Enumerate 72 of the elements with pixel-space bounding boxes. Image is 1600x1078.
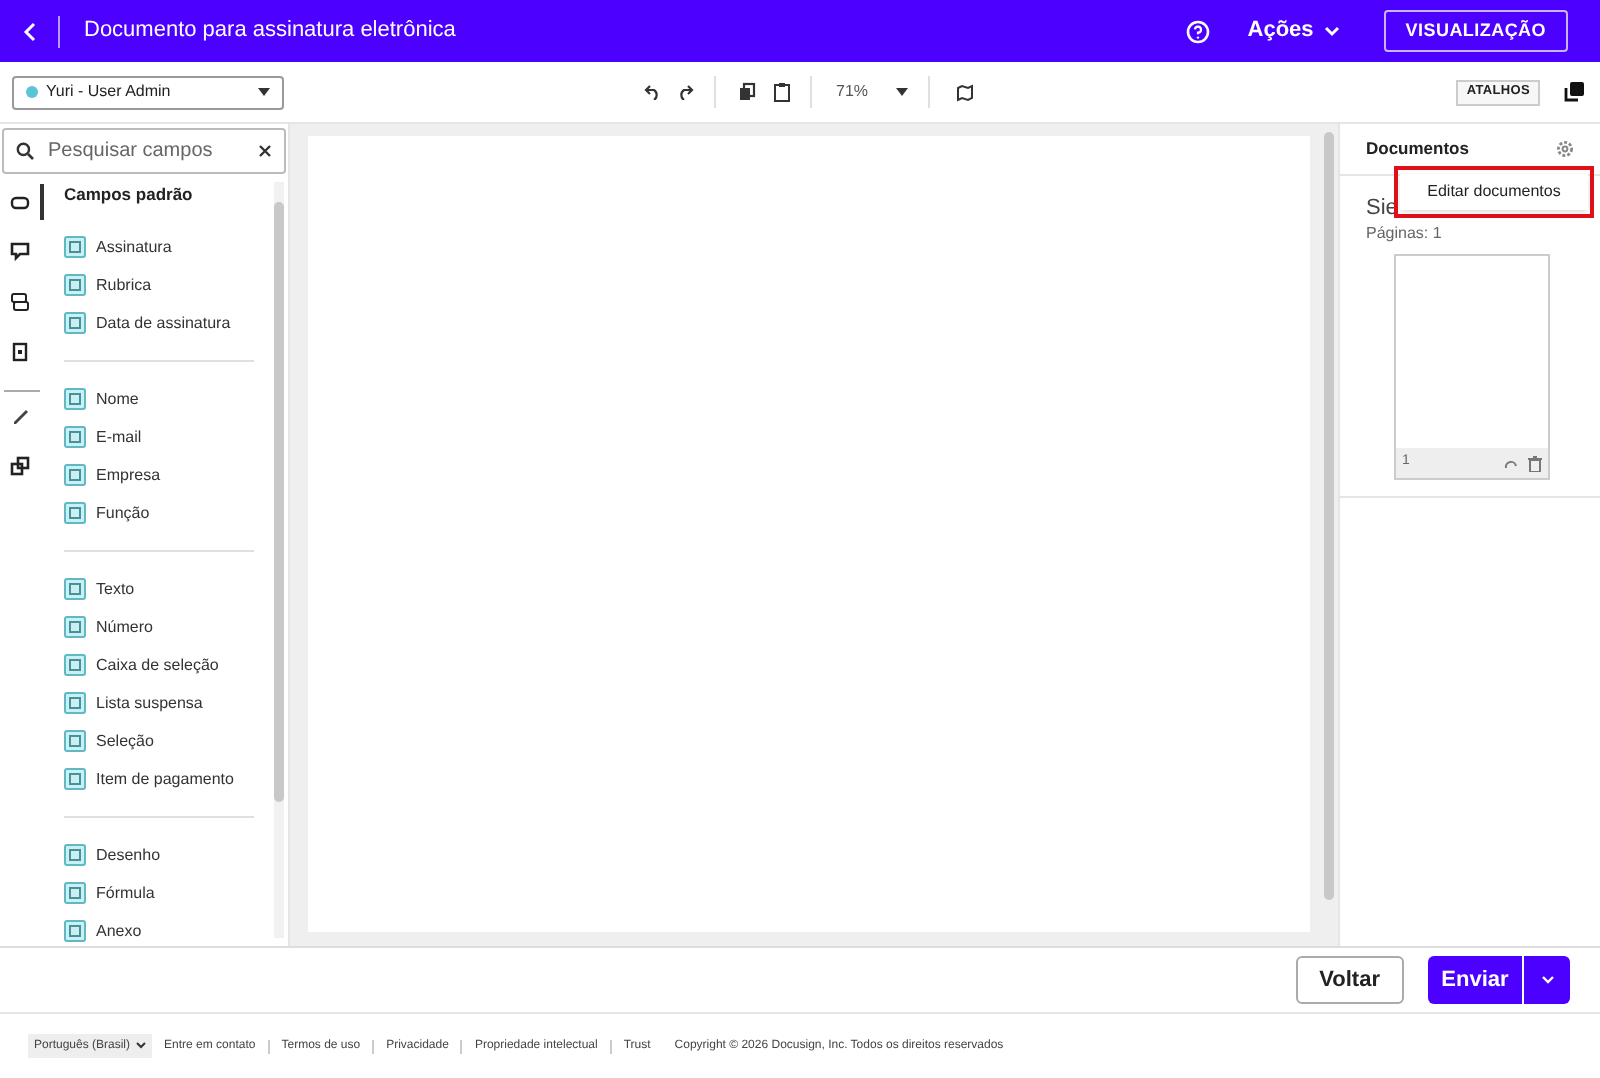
field-item[interactable]: Caixa de seleção bbox=[64, 646, 258, 684]
field-type-icon bbox=[64, 730, 86, 752]
field-type-icon bbox=[64, 768, 86, 790]
section-heading: Campos padrão bbox=[64, 182, 195, 208]
copy-icon[interactable] bbox=[738, 82, 756, 102]
field-item[interactable]: Lista suspensa bbox=[64, 684, 258, 722]
field-type-icon bbox=[64, 426, 86, 448]
field-type-icon bbox=[64, 388, 86, 410]
field-icon bbox=[10, 192, 30, 212]
actions-menu-button[interactable]: Ações bbox=[1247, 14, 1340, 48]
chevron-down-icon bbox=[136, 1042, 147, 1050]
field-item[interactable]: Assinatura bbox=[64, 228, 258, 266]
caret-icon bbox=[258, 88, 270, 96]
squares-icon bbox=[10, 456, 30, 476]
stack-icon bbox=[10, 292, 30, 312]
map-icon[interactable] bbox=[956, 83, 975, 101]
field-type-icon bbox=[64, 882, 86, 904]
zoom-dropdown[interactable]: 71% bbox=[836, 80, 909, 104]
field-type-icon bbox=[64, 920, 86, 942]
rotate-icon[interactable] bbox=[1504, 458, 1518, 468]
field-type-icon bbox=[64, 692, 86, 714]
caret-icon bbox=[896, 88, 909, 96]
undo-icon[interactable] bbox=[644, 84, 662, 100]
field-item[interactable]: Data de assinatura bbox=[64, 304, 258, 342]
field-item[interactable]: Empresa bbox=[64, 456, 258, 494]
field-item[interactable]: Desenho bbox=[64, 836, 258, 874]
trash-icon[interactable] bbox=[1528, 455, 1542, 471]
field-item[interactable]: Texto bbox=[64, 570, 258, 608]
back-button[interactable]: Voltar bbox=[1295, 956, 1404, 1004]
field-type-icon bbox=[64, 464, 86, 486]
redo-icon[interactable] bbox=[676, 84, 694, 100]
field-item[interactable]: Função bbox=[64, 494, 258, 532]
field-type-icon bbox=[64, 274, 86, 296]
help-icon[interactable] bbox=[1185, 19, 1210, 43]
menu-item[interactable]: Editar documentos bbox=[1400, 174, 1588, 210]
field-item[interactable]: Número bbox=[64, 608, 258, 646]
paste-icon[interactable] bbox=[774, 82, 790, 102]
field-item[interactable]: Seleção bbox=[64, 722, 258, 760]
pencil-icon bbox=[10, 406, 30, 426]
recipient-dropdown[interactable]: Yuri - User Admin bbox=[12, 75, 284, 109]
preview-button[interactable]: VISUALIZAÇÃO bbox=[1383, 10, 1568, 52]
scrollbar[interactable] bbox=[274, 182, 284, 938]
field-item[interactable]: Fórmula bbox=[64, 874, 258, 912]
field-item[interactable]: E-mail bbox=[64, 418, 258, 456]
back-icon[interactable] bbox=[22, 21, 38, 41]
document-icon bbox=[10, 342, 30, 362]
chevron-down-icon bbox=[1541, 976, 1553, 984]
field-type-icon bbox=[64, 654, 86, 676]
comment-icon bbox=[10, 242, 30, 262]
field-type-icon bbox=[64, 844, 86, 866]
field-item[interactable]: Item de pagamento bbox=[64, 760, 258, 798]
search-icon bbox=[16, 142, 34, 160]
document-title: Documento para assinatura eletrônica bbox=[84, 16, 456, 47]
send-button[interactable]: Enviar bbox=[1428, 956, 1522, 1004]
search-field[interactable]: Pesquisar campos bbox=[2, 128, 286, 174]
settings-icon[interactable] bbox=[1556, 140, 1574, 158]
field-type-icon bbox=[64, 312, 86, 334]
field-item[interactable]: Anexo bbox=[64, 912, 258, 946]
field-type-icon bbox=[64, 616, 86, 638]
field-type-icon bbox=[64, 502, 86, 524]
clear-icon[interactable] bbox=[258, 144, 272, 158]
vertical-scrollbar[interactable] bbox=[1324, 132, 1334, 900]
panel-title: Documentos bbox=[1366, 136, 1469, 162]
documents-icon[interactable] bbox=[1564, 82, 1584, 102]
field-type-icon bbox=[64, 578, 86, 600]
search-input[interactable]: Pesquisar campos bbox=[48, 136, 244, 166]
field-item[interactable]: Rubrica bbox=[64, 266, 258, 304]
field-type-icon bbox=[64, 236, 86, 258]
chevron-down-icon bbox=[1323, 25, 1340, 37]
page-count: Páginas: 1 bbox=[1366, 222, 1444, 246]
field-item[interactable]: Nome bbox=[64, 380, 258, 418]
send-options-button[interactable] bbox=[1524, 956, 1570, 1004]
